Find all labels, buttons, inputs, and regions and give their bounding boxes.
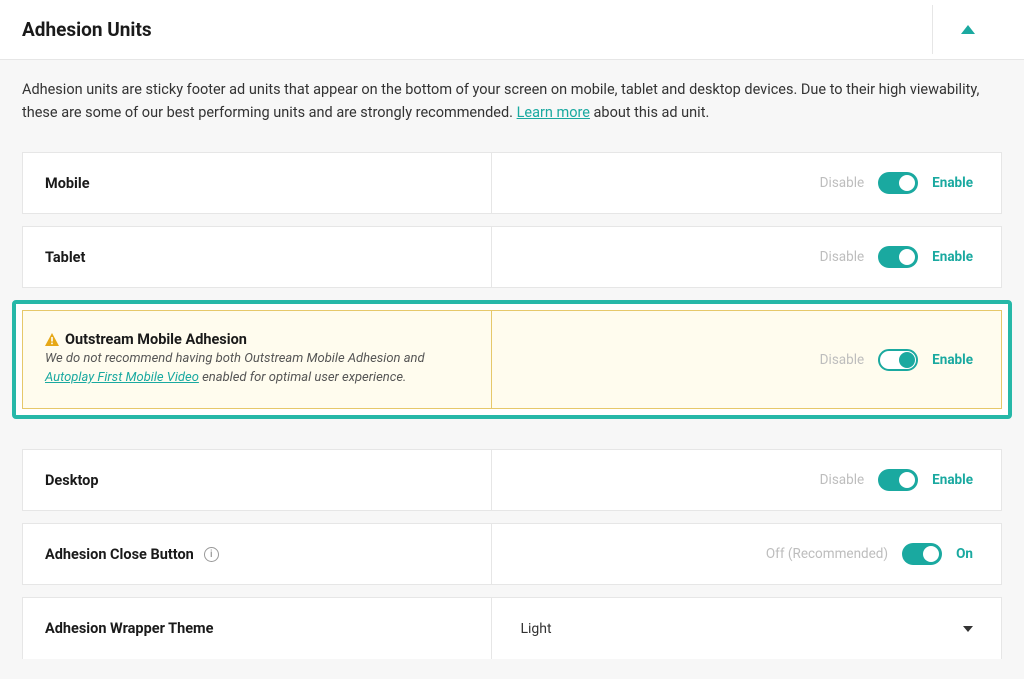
- desc-text-post: about this ad unit.: [590, 104, 709, 121]
- outstream-toggle[interactable]: [878, 349, 918, 371]
- panel-header: Adhesion Units: [0, 0, 1024, 60]
- desktop-label: Desktop: [45, 472, 469, 489]
- control-cell: Disable Enable: [492, 450, 1001, 510]
- autoplay-video-link[interactable]: Autoplay First Mobile Video: [45, 370, 199, 385]
- warn-post: enabled for optimal user experience.: [199, 370, 406, 385]
- setting-row-tablet: Tablet Disable Enable: [22, 226, 1002, 288]
- control-cell: Disable Enable: [492, 227, 1001, 287]
- close-button-toggle[interactable]: [902, 543, 942, 565]
- mobile-toggle[interactable]: [878, 172, 918, 194]
- toggle-knob: [899, 352, 915, 368]
- outstream-warning-text: We do not recommend having both Outstrea…: [45, 350, 469, 388]
- warn-pre: We do not recommend having both Outstrea…: [45, 351, 425, 366]
- outstream-label-text: Outstream Mobile Adhesion: [65, 331, 247, 348]
- control-cell: Disable Enable: [492, 153, 1001, 213]
- info-icon[interactable]: i: [204, 547, 219, 562]
- off-label: Off (Recommended): [766, 546, 888, 562]
- outstream-highlight: Outstream Mobile Adhesion We do not reco…: [12, 300, 1012, 419]
- mobile-label: Mobile: [45, 175, 469, 192]
- disable-label: Disable: [820, 352, 864, 368]
- warning-icon: [45, 333, 59, 347]
- control-cell: Off (Recommended) On: [492, 524, 1001, 584]
- toggle-knob: [923, 546, 939, 562]
- on-label: On: [956, 546, 973, 562]
- learn-more-link[interactable]: Learn more: [517, 104, 590, 121]
- adhesion-units-panel: Adhesion Units Adhesion units are sticky…: [0, 0, 1024, 679]
- desc-text-pre: Adhesion units are sticky footer ad unit…: [22, 81, 979, 121]
- enable-label: Enable: [932, 175, 973, 191]
- close-button-label: Adhesion Close Button i: [45, 546, 469, 563]
- desktop-toggle[interactable]: [878, 469, 918, 491]
- close-button-label-text: Adhesion Close Button: [45, 546, 194, 563]
- panel-description: Adhesion units are sticky footer ad unit…: [0, 60, 1024, 152]
- setting-row-desktop: Desktop Disable Enable: [22, 449, 1002, 511]
- enable-label: Enable: [932, 249, 973, 265]
- toggle-knob: [899, 249, 915, 265]
- disable-label: Disable: [820, 175, 864, 191]
- enable-label: Enable: [932, 472, 973, 488]
- panel-title: Adhesion Units: [22, 18, 152, 41]
- label-cell: Adhesion Close Button i: [23, 524, 492, 584]
- wrapper-theme-label: Adhesion Wrapper Theme: [45, 620, 469, 637]
- select-value: Light: [520, 621, 551, 637]
- label-cell: Tablet: [23, 227, 492, 287]
- enable-label: Enable: [932, 352, 973, 368]
- collapse-button[interactable]: [932, 5, 1002, 54]
- label-cell: Adhesion Wrapper Theme: [23, 598, 492, 659]
- disable-label: Disable: [820, 472, 864, 488]
- disable-label: Disable: [820, 249, 864, 265]
- setting-row-wrapper-theme: Adhesion Wrapper Theme Light: [22, 597, 1002, 659]
- setting-row-outstream: Outstream Mobile Adhesion We do not reco…: [22, 310, 1002, 409]
- tablet-label: Tablet: [45, 249, 469, 266]
- setting-row-close-button: Adhesion Close Button i Off (Recommended…: [22, 523, 1002, 585]
- chevron-up-icon: [961, 25, 975, 34]
- settings-list: Mobile Disable Enable Tablet Disable Ena…: [0, 152, 1024, 679]
- chevron-down-icon: [963, 626, 973, 632]
- label-cell: Outstream Mobile Adhesion We do not reco…: [23, 311, 492, 408]
- toggle-knob: [899, 472, 915, 488]
- tablet-toggle[interactable]: [878, 246, 918, 268]
- outstream-label: Outstream Mobile Adhesion: [45, 331, 469, 348]
- wrapper-theme-select[interactable]: Light: [492, 598, 1001, 659]
- label-cell: Desktop: [23, 450, 492, 510]
- toggle-knob: [899, 175, 915, 191]
- control-cell: Disable Enable: [492, 311, 1001, 408]
- setting-row-mobile: Mobile Disable Enable: [22, 152, 1002, 214]
- label-cell: Mobile: [23, 153, 492, 213]
